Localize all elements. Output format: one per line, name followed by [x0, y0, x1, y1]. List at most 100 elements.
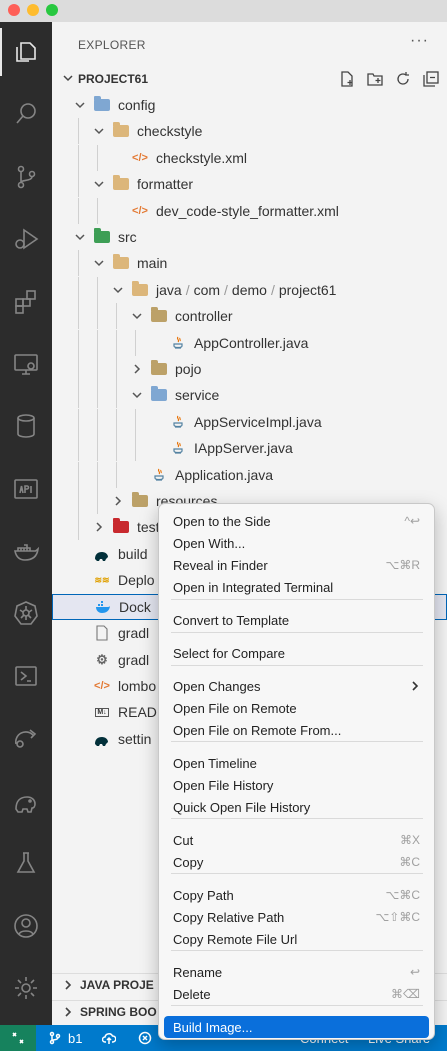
live-share-icon[interactable] — [0, 714, 52, 762]
search-icon[interactable] — [0, 90, 52, 138]
tree-item-label: Deplo — [118, 572, 155, 588]
menu-item-open-to-the-side[interactable]: Open to the Side ^↩ — [164, 510, 429, 532]
folder-icon — [113, 175, 129, 192]
new-folder-icon[interactable] — [365, 69, 385, 89]
kubernetes-icon[interactable] — [0, 589, 52, 637]
close-window-button[interactable] — [8, 4, 20, 16]
menu-item-copy-relative-path[interactable]: Copy Relative Path ⌥⇧⌘C — [164, 906, 429, 928]
menu-item-label: Copy — [173, 854, 204, 870]
api-icon[interactable] — [0, 465, 52, 513]
menu-item-shortcut: ⌥⌘C — [385, 888, 421, 902]
tree-item-checkstyle-xml[interactable]: </> checkstyle.xml — [52, 145, 447, 171]
docker-icon[interactable] — [0, 527, 52, 575]
menu-item-reveal-in-finder[interactable]: Reveal in Finder ⌥⌘R — [164, 554, 429, 576]
menu-item-open-timeline[interactable]: Open Timeline — [164, 752, 429, 774]
menu-item-open-with[interactable]: Open With... — [164, 532, 429, 554]
account-icon[interactable] — [0, 902, 52, 950]
gradle-icon[interactable] — [0, 777, 52, 825]
tree-item-main[interactable]: main — [52, 250, 447, 276]
tree-item-config[interactable]: config — [52, 92, 447, 118]
tree-item-iappserver[interactable]: IAppServer.java — [52, 435, 447, 461]
project-header[interactable]: PROJECT61 — [52, 68, 447, 90]
testing-icon[interactable] — [0, 839, 52, 887]
spacer — [74, 627, 86, 639]
tree-item-label: settin — [118, 731, 152, 747]
path-separator: / — [270, 282, 275, 298]
new-file-icon[interactable] — [337, 69, 357, 89]
chevron-down-icon[interactable] — [93, 257, 105, 269]
spacer — [75, 601, 87, 613]
menu-item-open-file-history[interactable]: Open File History — [164, 774, 429, 796]
chevron-down-icon[interactable] — [112, 284, 124, 296]
tree-item-formatter-xml[interactable]: </> dev_code-style_formatter.xml — [52, 198, 447, 224]
menu-item-shortcut: ⌘⌫ — [391, 987, 420, 1001]
chevron-down-icon[interactable] — [74, 99, 86, 111]
chevron-down-icon[interactable] — [131, 389, 143, 401]
settings-gear-icon[interactable] — [0, 964, 52, 1012]
menu-item-copy-path[interactable]: Copy Path ⌥⌘C — [164, 884, 429, 906]
menu-item-shortcut: ⌘C — [399, 855, 420, 869]
tree-item-pojo[interactable]: pojo — [52, 356, 447, 382]
folder-icon — [113, 254, 129, 271]
source-control-icon[interactable] — [0, 153, 52, 201]
menu-item-open-changes[interactable]: Open Changes — [164, 675, 429, 697]
database-icon[interactable] — [0, 402, 52, 450]
remote-indicator[interactable] — [0, 1025, 36, 1051]
branch-indicator[interactable]: b1 — [48, 1025, 82, 1051]
chevron-right-icon[interactable] — [93, 521, 105, 533]
menu-item-open-file-on-remote[interactable]: Open File on Remote — [164, 697, 429, 719]
tree-item-application[interactable]: Application.java — [52, 462, 447, 488]
chevron-right-icon[interactable] — [131, 363, 143, 375]
explorer-icon[interactable] — [0, 28, 52, 76]
window-titlebar — [0, 0, 447, 22]
extensions-icon[interactable] — [0, 277, 52, 325]
tree-item-label: main — [137, 255, 168, 271]
tree-item-src[interactable]: src — [52, 224, 447, 250]
chevron-down-icon[interactable] — [131, 310, 143, 322]
chevron-down-icon[interactable] — [74, 231, 86, 243]
problems-indicator[interactable] — [138, 1025, 152, 1051]
tree-item-service[interactable]: service — [52, 382, 447, 408]
collapse-all-icon[interactable] — [421, 69, 441, 89]
refresh-icon[interactable] — [393, 69, 413, 89]
tree-item-checkstyle[interactable]: checkstyle — [52, 118, 447, 144]
zoom-window-button[interactable] — [46, 4, 58, 16]
chevron-down-icon[interactable] — [93, 125, 105, 137]
menu-item-copy[interactable]: Copy ⌘C — [164, 851, 429, 873]
menu-item-label: Convert to Template — [173, 612, 290, 628]
menu-item-quick-open-file-history[interactable]: Quick Open File History — [164, 796, 429, 818]
chevron-right-icon[interactable] — [112, 495, 124, 507]
indent-guide — [97, 435, 98, 461]
tree-item-appcontroller[interactable]: AppController.java — [52, 330, 447, 356]
tree-item-java-package[interactable]: java / com / demo / project61 — [52, 277, 447, 303]
sync-indicator[interactable] — [102, 1025, 116, 1051]
menu-item-rename[interactable]: Rename ↩ — [164, 961, 429, 983]
chevron-right-icon — [65, 979, 72, 990]
tree-item-controller[interactable]: controller — [52, 303, 447, 329]
menu-item-copy-remote-file-url[interactable]: Copy Remote File Url — [164, 928, 429, 950]
menu-item-label: Open File on Remote From... — [173, 722, 342, 738]
tree-item-formatter[interactable]: formatter — [52, 171, 447, 197]
menu-item-open-file-on-remote-from[interactable]: Open File on Remote From... — [164, 719, 429, 741]
java-projects-label: JAVA PROJE — [80, 977, 154, 992]
menu-item-cut[interactable]: Cut ⌘X — [164, 829, 429, 851]
tree-item-label: service — [175, 387, 220, 403]
indent-guide — [97, 277, 98, 303]
chevron-down-icon — [63, 75, 73, 82]
indent-guide — [78, 277, 79, 303]
terminal-icon[interactable] — [0, 652, 52, 700]
indent-guide — [135, 409, 136, 435]
minimize-window-button[interactable] — [27, 4, 39, 16]
menu-item-delete[interactable]: Delete ⌘⌫ — [164, 983, 429, 1005]
run-debug-icon[interactable] — [0, 215, 52, 263]
tree-item-appserviceimpl[interactable]: AppServiceImpl.java — [52, 409, 447, 435]
menu-item-label: Open in Integrated Terminal — [173, 579, 334, 595]
menu-item-convert-to-template[interactable]: Convert to Template — [164, 609, 429, 631]
chevron-down-icon[interactable] — [93, 178, 105, 190]
menu-item-open-in-integrated-terminal[interactable]: Open in Integrated Terminal — [164, 576, 429, 598]
menu-item-label: Open File on Remote — [173, 700, 297, 716]
more-actions-icon[interactable]: ··· — [410, 32, 429, 50]
menu-item-build-image[interactable]: Build Image... — [164, 1016, 429, 1038]
menu-item-select-for-compare[interactable]: Select for Compare — [164, 642, 429, 664]
remote-explorer-icon[interactable] — [0, 340, 52, 388]
